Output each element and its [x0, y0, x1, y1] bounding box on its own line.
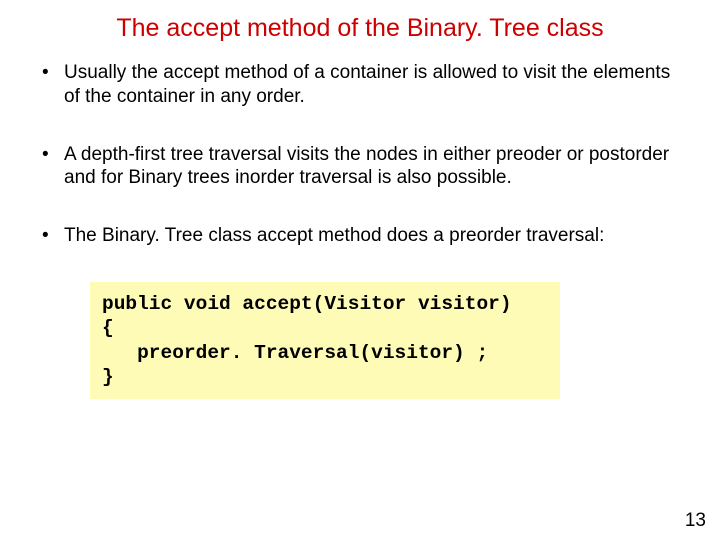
bullet-list: • Usually the accept method of a contain… — [0, 53, 720, 248]
code-block: public void accept(Visitor visitor) { pr… — [90, 282, 560, 400]
bullet-dot-icon: • — [40, 61, 58, 85]
bullet-dot-icon: • — [40, 143, 58, 167]
code-line: } — [102, 366, 114, 388]
slide-title: The accept method of the Binary. Tree cl… — [0, 0, 720, 53]
slide: The accept method of the Binary. Tree cl… — [0, 0, 720, 540]
bullet-text: The Binary. Tree class accept method doe… — [58, 224, 680, 248]
code-line: { — [102, 317, 114, 339]
bullet-text: A depth-first tree traversal visits the … — [58, 143, 680, 191]
page-number: 13 — [685, 510, 706, 532]
code-line: preorder. Traversal(visitor) ; — [102, 342, 488, 364]
bullet-item: • The Binary. Tree class accept method d… — [40, 224, 680, 248]
bullet-item: • Usually the accept method of a contain… — [40, 61, 680, 109]
bullet-text: Usually the accept method of a container… — [58, 61, 680, 109]
bullet-item: • A depth-first tree traversal visits th… — [40, 143, 680, 191]
code-line: public void accept(Visitor visitor) — [102, 293, 512, 315]
bullet-dot-icon: • — [40, 224, 58, 248]
